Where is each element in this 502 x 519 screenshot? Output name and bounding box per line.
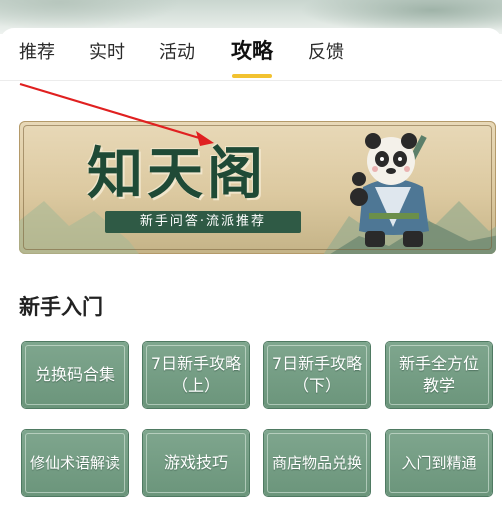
- button-label: 修仙术语解读: [29, 454, 120, 472]
- beginner-to-expert-button[interactable]: 入门到精通: [386, 430, 492, 496]
- redeem-codes-button[interactable]: 兑换码合集: [22, 342, 128, 408]
- button-label: 新手全方位 教学: [398, 354, 479, 395]
- terminology-button[interactable]: 修仙术语解读: [22, 430, 128, 496]
- button-label: 入门到精通: [401, 454, 477, 472]
- tab-realtime[interactable]: 实时: [89, 42, 125, 64]
- game-tips-button[interactable]: 游戏技巧: [143, 430, 249, 496]
- button-label: 兑换码合集: [34, 365, 115, 384]
- guide-banner[interactable]: 知天阁 新手问答·流派推荐: [19, 121, 496, 254]
- button-label: 游戏技巧: [163, 453, 228, 472]
- tab-bar: 推荐 实时 活动 攻略 反馈: [0, 28, 502, 80]
- shop-exchange-button[interactable]: 商店物品兑换: [264, 430, 370, 496]
- panda-warrior-illustration: [350, 133, 429, 247]
- tab-divider: [0, 80, 502, 81]
- tab-recommend[interactable]: 推荐: [19, 42, 55, 64]
- banner-subtitle: 新手问答·流派推荐: [105, 211, 301, 233]
- active-tab-indicator: [232, 74, 272, 78]
- button-label: 商店物品兑换: [271, 454, 362, 472]
- tab-events[interactable]: 活动: [159, 42, 195, 64]
- mist-decoration: [0, 0, 180, 30]
- seven-day-guide-part2-button[interactable]: 7日新手攻略 （下）: [264, 342, 370, 408]
- banner-title: 知天阁: [87, 141, 267, 207]
- button-label: 7日新手攻略 （下）: [271, 354, 363, 395]
- tab-guides[interactable]: 攻略: [231, 40, 273, 62]
- section-title: 新手入门: [19, 295, 103, 319]
- full-tutorial-button[interactable]: 新手全方位 教学: [386, 342, 492, 408]
- button-label: 7日新手攻略 （上）: [150, 354, 242, 395]
- tab-feedback[interactable]: 反馈: [308, 42, 344, 64]
- seven-day-guide-part1-button[interactable]: 7日新手攻略 （上）: [143, 342, 249, 408]
